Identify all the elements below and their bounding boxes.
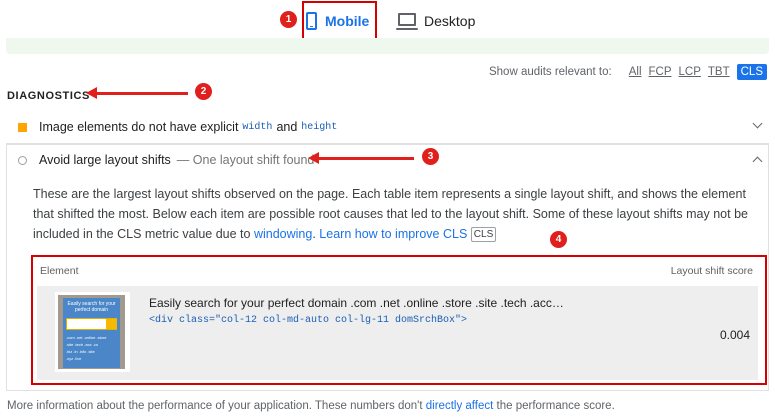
pass-band bbox=[6, 38, 769, 54]
chevron-down-icon[interactable] bbox=[752, 118, 763, 129]
filter-fcp[interactable]: FCP bbox=[649, 66, 672, 78]
cls-chip: CLS bbox=[470, 227, 497, 242]
audit-layout-shifts-title: Avoid large layout shifts bbox=[39, 153, 171, 167]
filter-tbt[interactable]: TBT bbox=[708, 66, 730, 78]
audit-filter: Show audits relevant to: All FCP LCP TBT… bbox=[489, 64, 767, 80]
annotation-badge-4: 4 bbox=[550, 231, 567, 248]
directly-affect-link[interactable]: directly affect bbox=[426, 400, 494, 412]
tab-desktop-label: Desktop bbox=[424, 13, 476, 29]
audit-description: These are the largest layout shifts obse… bbox=[33, 187, 748, 242]
code-height: height bbox=[301, 121, 338, 133]
annotation-badge-2: 2 bbox=[195, 83, 212, 100]
filter-all[interactable]: All bbox=[629, 66, 642, 78]
audit-layout-shifts-subtitle: — One layout shift found bbox=[176, 153, 315, 167]
annotation-badge-1: 1 bbox=[280, 11, 297, 28]
filter-label: Show audits relevant to: bbox=[488, 66, 612, 78]
audit-layout-shifts[interactable]: Avoid large layout shifts — One layout s… bbox=[6, 148, 769, 172]
monitor-icon bbox=[396, 13, 418, 30]
audit-image-size[interactable]: Image elements do not have explicit widt… bbox=[6, 116, 769, 138]
audit-image-size-prefix: Image elements do not have explicit bbox=[39, 120, 239, 134]
learn-cls-link[interactable]: Learn how to improve CLS bbox=[319, 227, 467, 241]
footer-note: More information about the performance o… bbox=[7, 400, 615, 412]
info-circle-icon bbox=[18, 155, 27, 165]
annotation-arrow-3 bbox=[308, 152, 414, 164]
annotation-box-mobile bbox=[302, 1, 377, 40]
filter-lcp[interactable]: LCP bbox=[679, 66, 701, 78]
annotation-arrow-2 bbox=[86, 87, 188, 99]
code-width: width bbox=[242, 121, 273, 133]
annotation-badge-3: 3 bbox=[422, 148, 439, 165]
annotation-box-table bbox=[31, 255, 767, 385]
warning-square-icon bbox=[18, 122, 27, 132]
chevron-up-icon[interactable] bbox=[752, 156, 763, 167]
windowing-link[interactable]: windowing bbox=[254, 227, 312, 241]
tab-desktop[interactable]: Desktop bbox=[396, 6, 476, 36]
audit-image-size-mid: and bbox=[276, 120, 298, 134]
diagnostics-heading: DIAGNOSTICS bbox=[7, 90, 90, 102]
filter-cls[interactable]: CLS bbox=[736, 64, 767, 80]
